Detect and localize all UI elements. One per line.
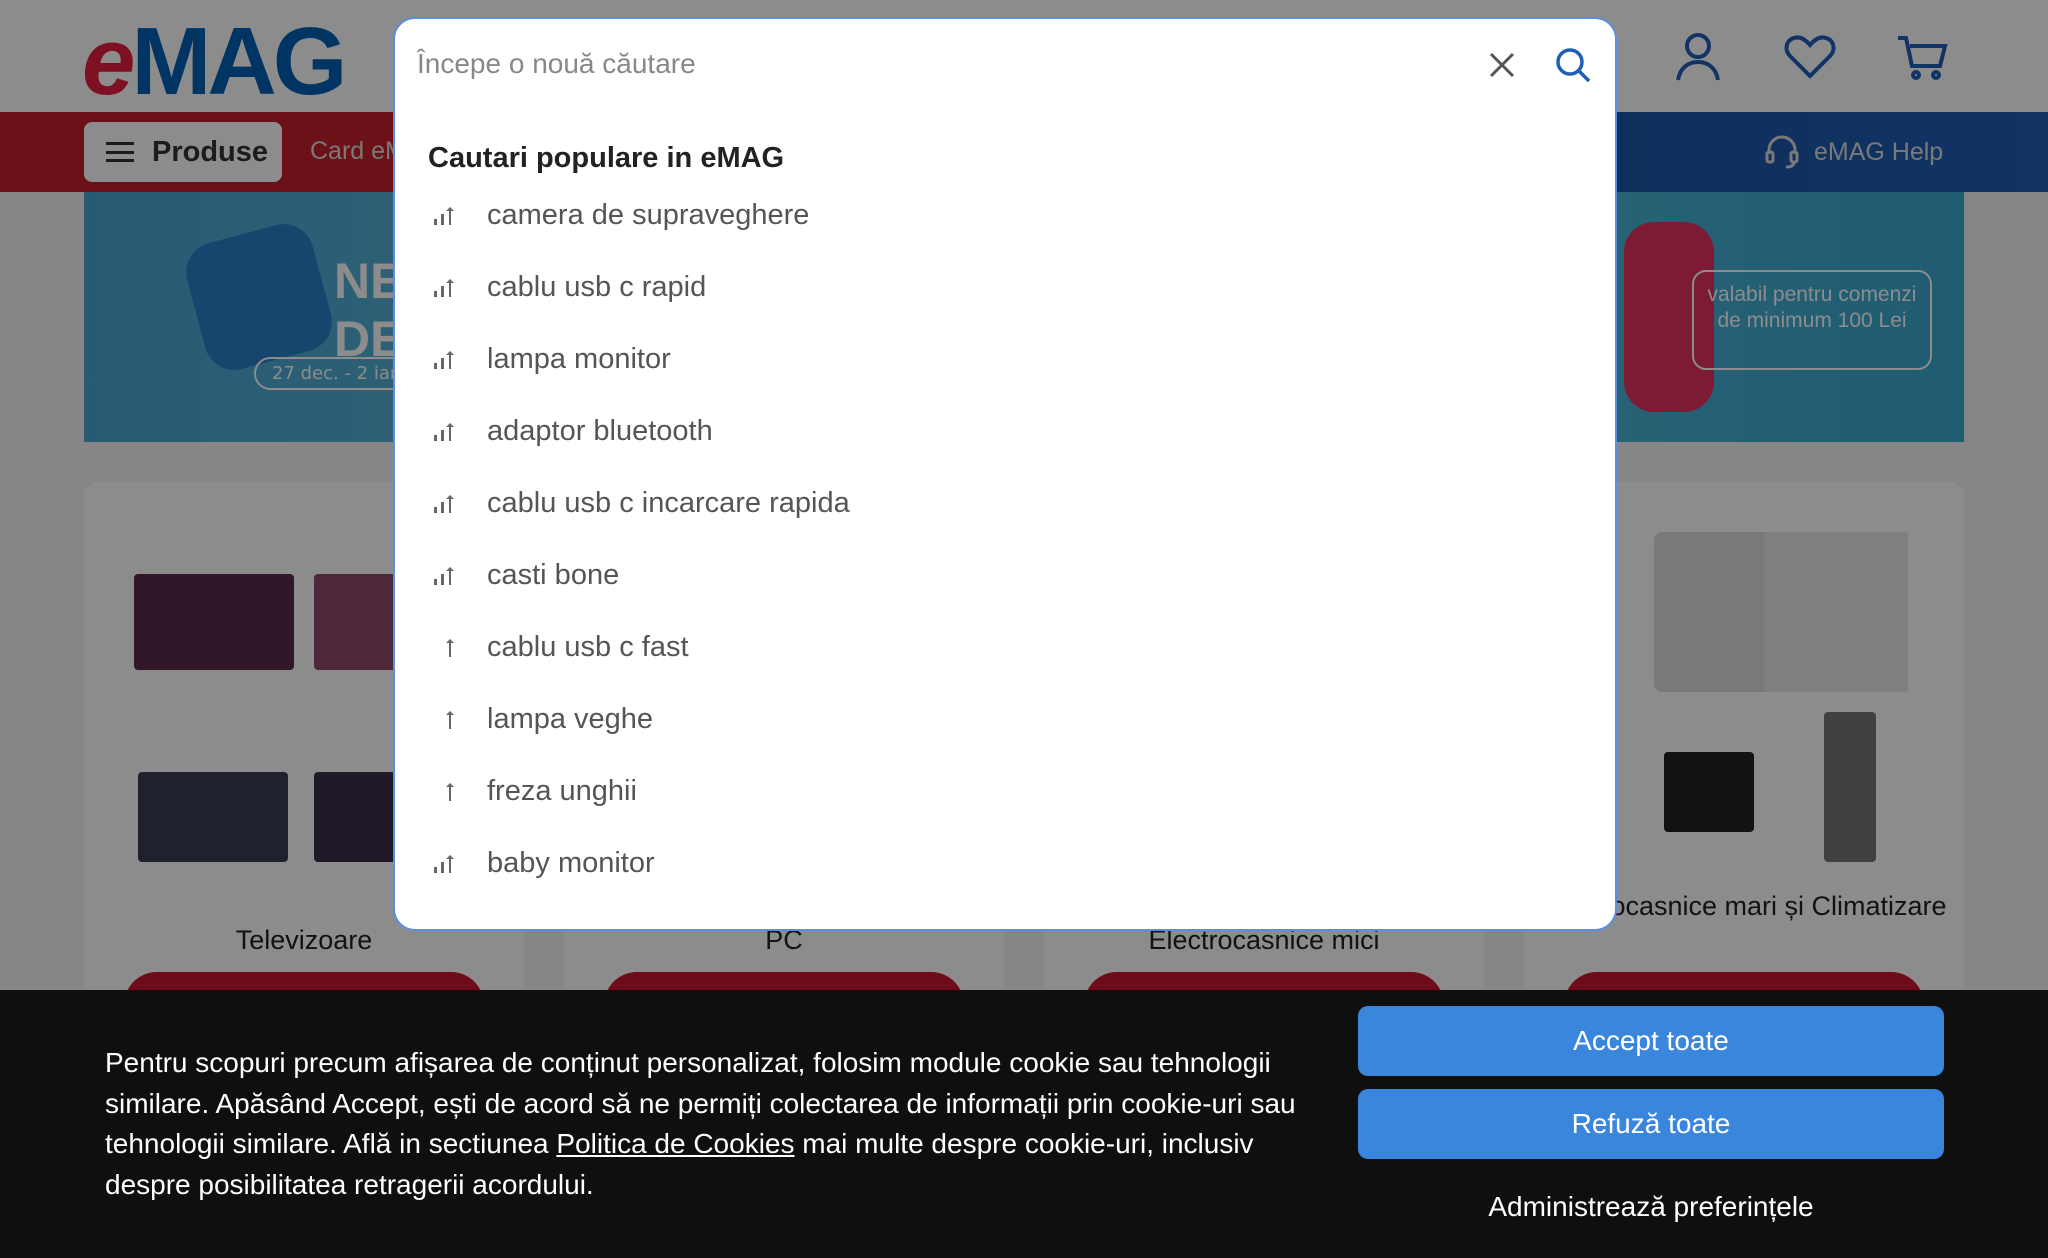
trending-icon xyxy=(434,351,454,369)
suggestion-list: camera de supraveghere cablu usb c rapid… xyxy=(395,179,1615,899)
suggestion-label: cablu usb c incarcare rapida xyxy=(487,486,850,519)
trending-icon xyxy=(434,495,454,513)
suggestion-label: adaptor bluetooth xyxy=(487,414,713,447)
trending-icon xyxy=(446,711,454,729)
suggestion-label: baby monitor xyxy=(487,846,655,879)
suggestion-item[interactable]: lampa veghe xyxy=(395,683,1615,755)
suggestion-label: casti bone xyxy=(487,558,620,591)
suggestion-item[interactable]: cablu usb c rapid xyxy=(395,251,1615,323)
suggestion-label: camera de supraveghere xyxy=(487,198,810,231)
trending-icon xyxy=(434,207,454,225)
trending-icon xyxy=(446,639,454,657)
reject-all-button[interactable]: Refuză toate xyxy=(1358,1089,1944,1159)
popular-searches-title: Cautari populare in eMAG xyxy=(428,142,785,174)
trending-icon xyxy=(434,567,454,585)
cookie-policy-link[interactable]: Politica de Cookies xyxy=(556,1128,794,1159)
suggestion-label: freza unghii xyxy=(487,774,637,807)
trending-icon xyxy=(434,279,454,297)
suggestion-label: cablu usb c fast xyxy=(487,630,689,663)
search-button[interactable] xyxy=(1545,37,1601,93)
suggestion-item[interactable]: baby monitor xyxy=(395,827,1615,899)
search-icon xyxy=(1556,48,1591,83)
suggestion-item[interactable]: adaptor bluetooth xyxy=(395,395,1615,467)
accept-all-button[interactable]: Accept toate xyxy=(1358,1006,1944,1076)
suggestion-item[interactable]: cablu usb c incarcare rapida xyxy=(395,467,1615,539)
search-dropdown: Cautari populare in eMAG camera de supra… xyxy=(393,17,1617,931)
suggestion-item[interactable]: cablu usb c fast xyxy=(395,611,1615,683)
suggestion-label: cablu usb c rapid xyxy=(487,270,707,303)
suggestion-item[interactable]: casti bone xyxy=(395,539,1615,611)
trending-icon xyxy=(434,423,454,441)
suggestion-label: lampa monitor xyxy=(487,342,671,375)
clear-search-button[interactable] xyxy=(1475,37,1529,93)
cookie-message: Pentru scopuri precum afișarea de conțin… xyxy=(105,1047,1296,1200)
manage-preferences-button[interactable]: Administrează preferințele xyxy=(1358,1172,1944,1242)
trending-icon xyxy=(446,783,454,801)
close-icon xyxy=(1489,52,1515,78)
suggestion-label: lampa veghe xyxy=(487,702,654,735)
search-input[interactable] xyxy=(417,41,1477,87)
trending-icon xyxy=(434,855,454,873)
suggestion-item[interactable]: freza unghii xyxy=(395,755,1615,827)
suggestion-item[interactable]: lampa monitor xyxy=(395,323,1615,395)
suggestion-item[interactable]: camera de supraveghere xyxy=(395,179,1615,251)
